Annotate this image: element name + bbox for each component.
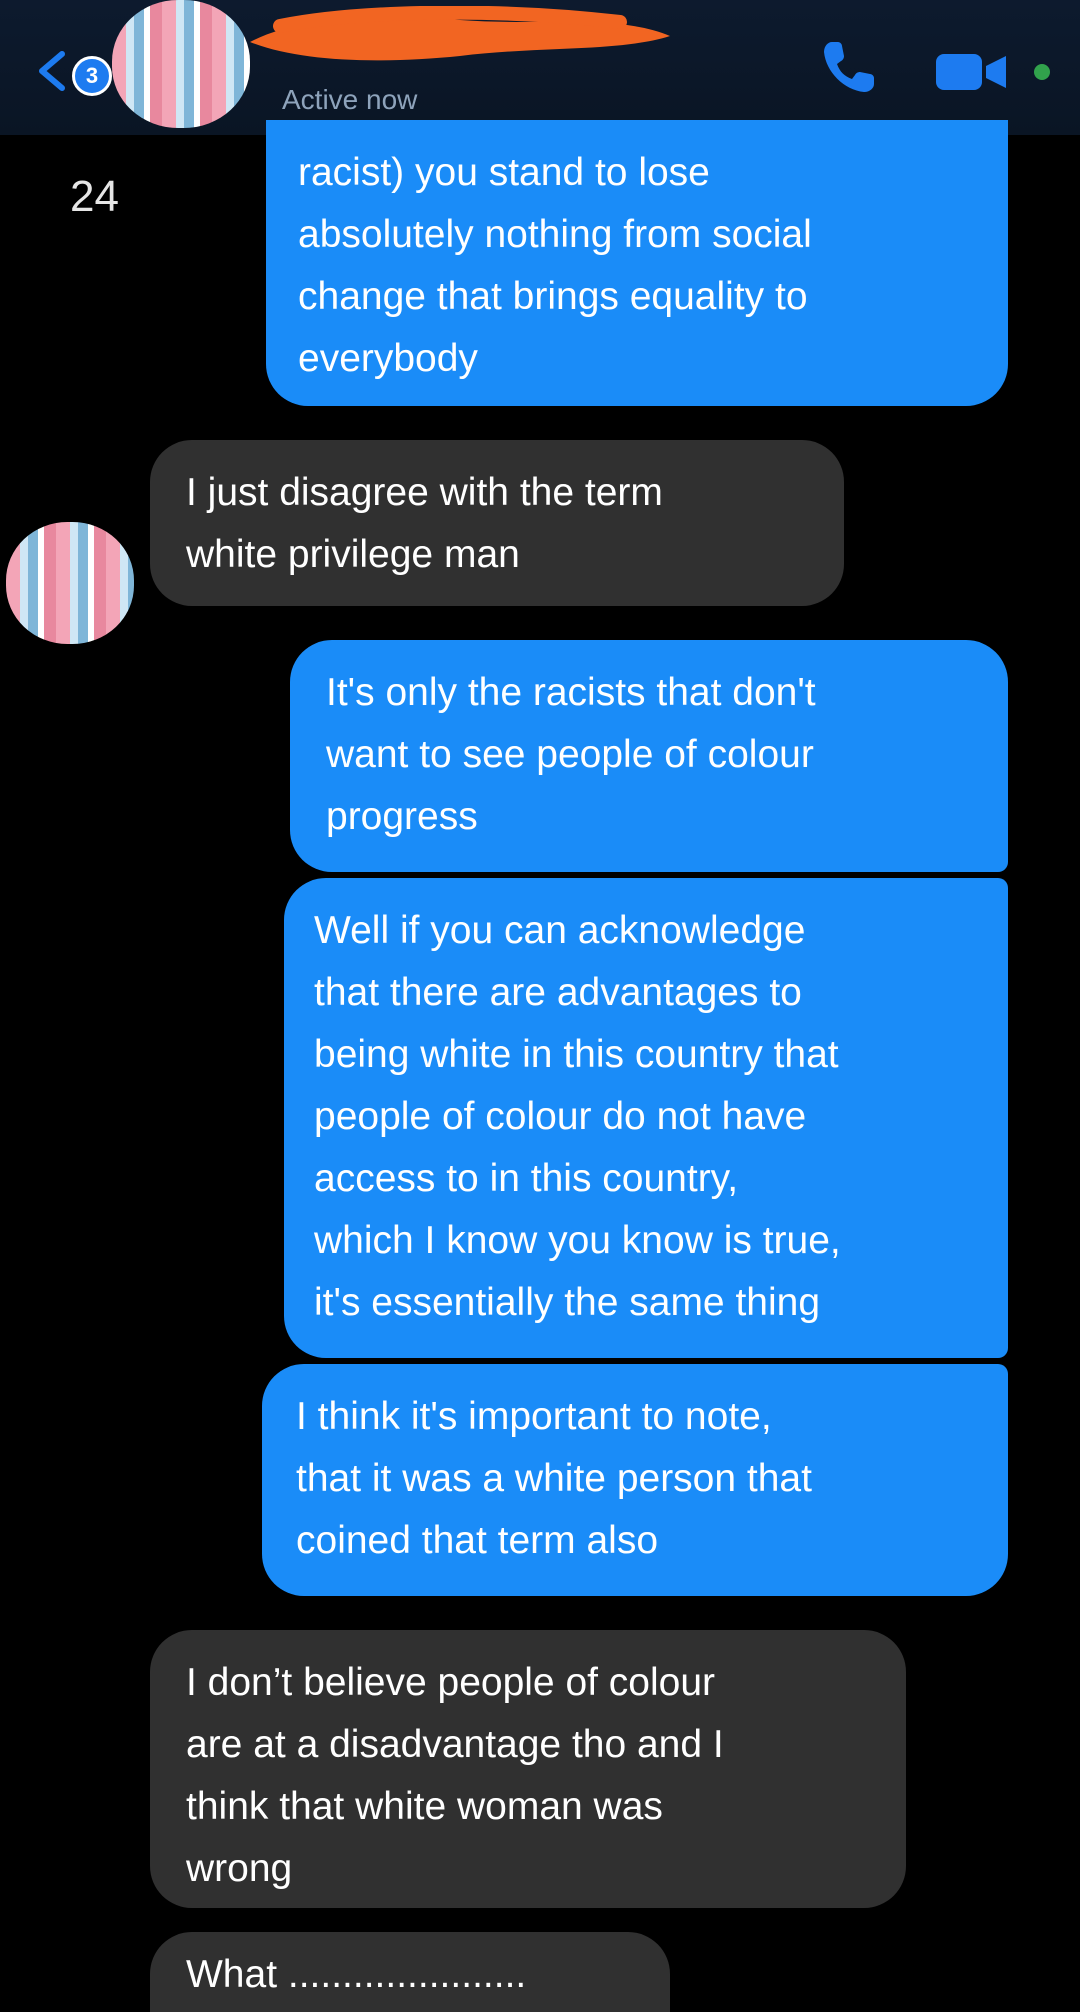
contact-name-redacted[interactable]: [240, 6, 680, 66]
unread-count-badge: 3: [72, 56, 112, 96]
back-button[interactable]: 3: [28, 46, 118, 96]
video-camera-icon[interactable]: [936, 52, 1008, 92]
back-chevron-icon: [39, 51, 65, 91]
contact-avatar[interactable]: [112, 0, 250, 128]
message-bubble-incoming[interactable]: I don’t believe people of colour are at …: [150, 1630, 906, 1908]
sender-avatar[interactable]: [6, 522, 134, 644]
online-indicator: [1034, 64, 1050, 80]
message-bubble-outgoing[interactable]: It's only the racists that don't want to…: [290, 640, 1008, 872]
message-bubble-incoming-partial[interactable]: What ......................: [150, 1932, 670, 2012]
message-bubble-outgoing[interactable]: racist) you stand to lose absolutely not…: [266, 120, 1008, 406]
presence-status: Active now: [282, 84, 418, 115]
phone-icon[interactable]: [818, 36, 880, 98]
chat-header: 3 Active now: [0, 0, 1080, 135]
timestamp-label: 24: [70, 172, 119, 221]
message-bubble-outgoing[interactable]: I think it's important to note, that it …: [262, 1364, 1008, 1596]
message-bubble-incoming[interactable]: I just disagree with the term white priv…: [150, 440, 844, 606]
message-bubble-outgoing[interactable]: Well if you can acknowledge that there a…: [284, 878, 1008, 1358]
